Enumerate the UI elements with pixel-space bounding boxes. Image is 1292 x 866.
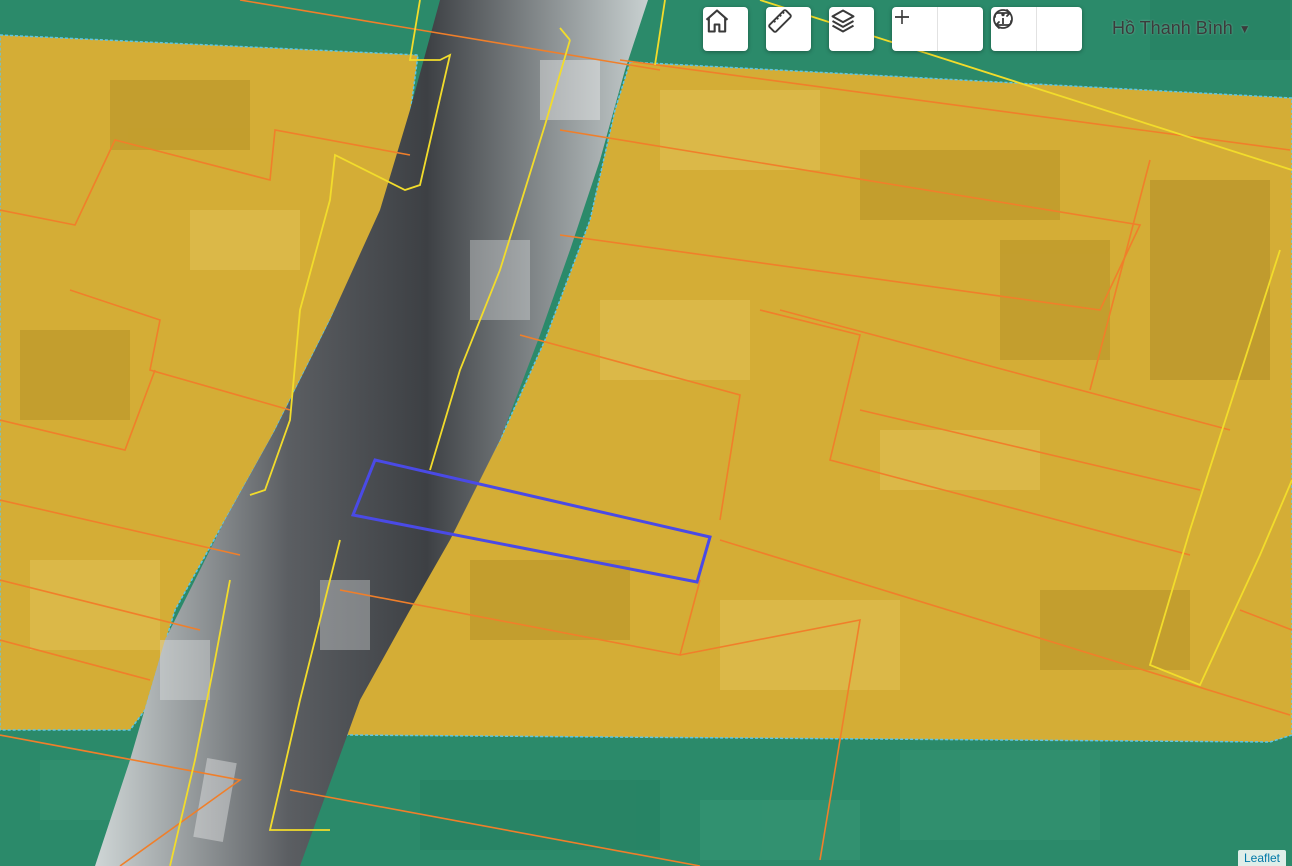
user-menu[interactable]: Hồ Thanh Bình ▼: [1112, 18, 1251, 39]
user-name: Hồ Thanh Bình: [1112, 18, 1233, 38]
measure-control: [766, 7, 811, 51]
layers-control: [829, 7, 874, 51]
measure-button[interactable]: [766, 7, 811, 51]
map-layers: [0, 0, 1292, 866]
map-attribution[interactable]: Leaflet: [1237, 850, 1286, 866]
home-button[interactable]: [703, 7, 748, 51]
minus-icon: [895, 16, 909, 18]
home-control: [703, 7, 748, 51]
layers-button[interactable]: [829, 7, 874, 51]
zoom-out-button[interactable]: [895, 7, 983, 51]
zoom-control: [892, 7, 983, 51]
attribution-link[interactable]: Leaflet: [1244, 851, 1280, 865]
map-canvas[interactable]: Hồ Thanh Bình ▼ Leaflet: [0, 0, 1292, 866]
swap-button[interactable]: [994, 7, 1082, 51]
home-icon: [705, 9, 729, 33]
ruler-icon: [768, 9, 792, 33]
layers-icon: [831, 9, 855, 33]
info-swap-control: [991, 7, 1082, 51]
caret-down-icon: ▼: [1238, 21, 1251, 36]
swap-icon: [994, 9, 1012, 29]
